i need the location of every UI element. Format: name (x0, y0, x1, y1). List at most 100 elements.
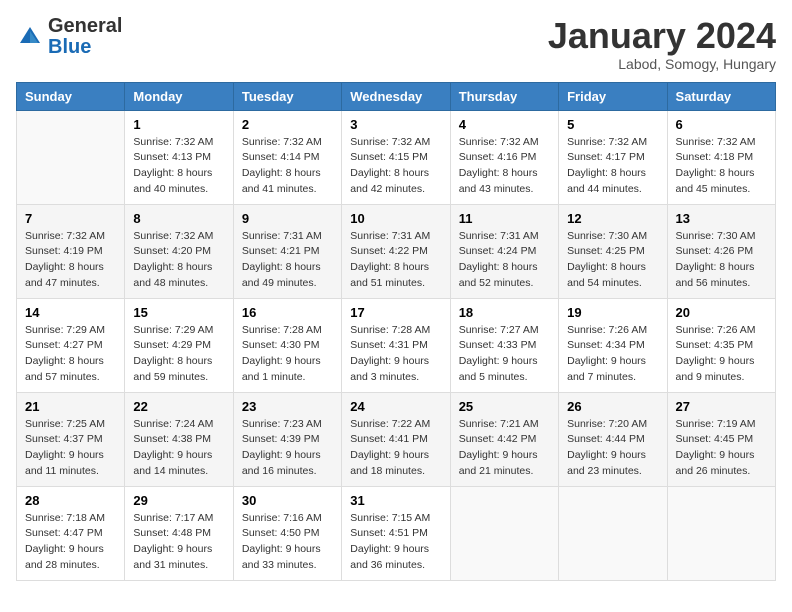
day-number: 5 (567, 117, 658, 132)
day-number: 8 (133, 211, 224, 226)
day-info: Sunrise: 7:30 AMSunset: 4:25 PMDaylight:… (567, 229, 658, 292)
calendar-cell: 20 Sunrise: 7:26 AMSunset: 4:35 PMDayligh… (667, 298, 775, 392)
calendar-cell: 14Sunrise: 7:29 AMSunset: 4:27 PMDayligh… (17, 298, 125, 392)
day-number: 30 (242, 493, 333, 508)
calendar-cell: 8 Sunrise: 7:32 AMSunset: 4:20 PMDaylight… (125, 204, 233, 298)
calendar-cell: 13Sunrise: 7:30 AMSunset: 4:26 PMDayligh… (667, 204, 775, 298)
calendar-cell: 18 Sunrise: 7:27 AMSunset: 4:33 PMDayligh… (450, 298, 558, 392)
calendar-cell: 7 Sunrise: 7:32 AMSunset: 4:19 PMDaylight… (17, 204, 125, 298)
day-number: 3 (350, 117, 441, 132)
day-info: Sunrise: 7:32 AMSunset: 4:14 PMDaylight:… (242, 135, 333, 198)
day-info: Sunrise: 7:26 AMSunset: 4:35 PMDaylight:… (676, 323, 767, 386)
calendar-header-wednesday: Wednesday (342, 82, 450, 110)
day-number: 4 (459, 117, 550, 132)
day-number: 14 (25, 305, 116, 320)
day-number: 1 (133, 117, 224, 132)
day-info: Sunrise: 7:18 AMSunset: 4:47 PMDaylight:… (25, 511, 116, 574)
day-number: 21 (25, 399, 116, 414)
calendar-header-tuesday: Tuesday (233, 82, 341, 110)
calendar-cell: 28 Sunrise: 7:18 AMSunset: 4:47 PMDayligh… (17, 486, 125, 580)
calendar-cell: 6 Sunrise: 7:32 AMSunset: 4:18 PMDaylight… (667, 110, 775, 204)
day-number: 6 (676, 117, 767, 132)
calendar-cell (450, 486, 558, 580)
day-number: 16 (242, 305, 333, 320)
day-info: Sunrise: 7:32 AMSunset: 4:18 PMDaylight:… (676, 135, 767, 198)
day-number: 10 (350, 211, 441, 226)
calendar-cell: 25 Sunrise: 7:21 AMSunset: 4:42 PMDayligh… (450, 392, 558, 486)
calendar-cell: 24 Sunrise: 7:22 AMSunset: 4:41 PMDayligh… (342, 392, 450, 486)
day-info: Sunrise: 7:25 AMSunset: 4:37 PMDaylight:… (25, 417, 116, 480)
day-number: 18 (459, 305, 550, 320)
day-info: Sunrise: 7:32 AMSunset: 4:19 PMDaylight:… (25, 229, 116, 292)
day-number: 15 (133, 305, 224, 320)
day-number: 13 (676, 211, 767, 226)
day-info: Sunrise: 7:31 AMSunset: 4:21 PMDaylight:… (242, 229, 333, 292)
calendar-cell: 21 Sunrise: 7:25 AMSunset: 4:37 PMDayligh… (17, 392, 125, 486)
day-number: 19 (567, 305, 658, 320)
calendar-cell: 9 Sunrise: 7:31 AMSunset: 4:21 PMDaylight… (233, 204, 341, 298)
calendar-cell: 11Sunrise: 7:31 AMSunset: 4:24 PMDayligh… (450, 204, 558, 298)
calendar-week-row: 21 Sunrise: 7:25 AMSunset: 4:37 PMDayligh… (17, 392, 776, 486)
day-info: Sunrise: 7:21 AMSunset: 4:42 PMDaylight:… (459, 417, 550, 480)
day-info: Sunrise: 7:32 AMSunset: 4:13 PMDaylight:… (133, 135, 224, 198)
calendar-cell: 4 Sunrise: 7:32 AMSunset: 4:16 PMDaylight… (450, 110, 558, 204)
day-info: Sunrise: 7:32 AMSunset: 4:17 PMDaylight:… (567, 135, 658, 198)
calendar-cell: 30Sunrise: 7:16 AMSunset: 4:50 PMDayligh… (233, 486, 341, 580)
day-info: Sunrise: 7:31 AMSunset: 4:24 PMDaylight:… (459, 229, 550, 292)
title-month: January 2024 (548, 16, 776, 56)
day-info: Sunrise: 7:19 AMSunset: 4:45 PMDaylight:… (676, 417, 767, 480)
calendar-cell: 15Sunrise: 7:29 AMSunset: 4:29 PMDayligh… (125, 298, 233, 392)
day-info: Sunrise: 7:32 AMSunset: 4:20 PMDaylight:… (133, 229, 224, 292)
calendar-header-monday: Monday (125, 82, 233, 110)
day-info: Sunrise: 7:15 AMSunset: 4:51 PMDaylight:… (350, 511, 441, 574)
day-number: 7 (25, 211, 116, 226)
day-number: 12 (567, 211, 658, 226)
day-info: Sunrise: 7:28 AMSunset: 4:31 PMDaylight:… (350, 323, 441, 386)
calendar-cell: 10 Sunrise: 7:31 AMSunset: 4:22 PMDayligh… (342, 204, 450, 298)
calendar-cell: 29 Sunrise: 7:17 AMSunset: 4:48 PMDayligh… (125, 486, 233, 580)
calendar-cell: 3Sunrise: 7:32 AMSunset: 4:15 PMDaylight… (342, 110, 450, 204)
calendar-cell: 2 Sunrise: 7:32 AMSunset: 4:14 PMDaylight… (233, 110, 341, 204)
calendar-week-row: 7 Sunrise: 7:32 AMSunset: 4:19 PMDaylight… (17, 204, 776, 298)
day-number: 22 (133, 399, 224, 414)
header: General Blue January 2024 Labod, Somogy,… (16, 16, 776, 72)
day-number: 17 (350, 305, 441, 320)
logo: General Blue (16, 16, 122, 58)
day-info: Sunrise: 7:27 AMSunset: 4:33 PMDaylight:… (459, 323, 550, 386)
day-number: 20 (676, 305, 767, 320)
calendar-cell (559, 486, 667, 580)
calendar-header-sunday: Sunday (17, 82, 125, 110)
day-number: 31 (350, 493, 441, 508)
calendar-cell: 19 Sunrise: 7:26 AMSunset: 4:34 PMDayligh… (559, 298, 667, 392)
day-number: 28 (25, 493, 116, 508)
day-number: 2 (242, 117, 333, 132)
day-info: Sunrise: 7:20 AMSunset: 4:44 PMDaylight:… (567, 417, 658, 480)
title-location: Labod, Somogy, Hungary (548, 56, 776, 72)
calendar-cell: 31 Sunrise: 7:15 AMSunset: 4:51 PMDayligh… (342, 486, 450, 580)
calendar-header-friday: Friday (559, 82, 667, 110)
day-info: Sunrise: 7:32 AMSunset: 4:16 PMDaylight:… (459, 135, 550, 198)
calendar-cell (667, 486, 775, 580)
title-area: January 2024 Labod, Somogy, Hungary (548, 16, 776, 72)
calendar-cell: 16 Sunrise: 7:28 AMSunset: 4:30 PMDayligh… (233, 298, 341, 392)
day-number: 26 (567, 399, 658, 414)
day-info: Sunrise: 7:31 AMSunset: 4:22 PMDaylight:… (350, 229, 441, 292)
day-number: 29 (133, 493, 224, 508)
day-info: Sunrise: 7:22 AMSunset: 4:41 PMDaylight:… (350, 417, 441, 480)
calendar-cell: 17 Sunrise: 7:28 AMSunset: 4:31 PMDayligh… (342, 298, 450, 392)
day-info: Sunrise: 7:28 AMSunset: 4:30 PMDaylight:… (242, 323, 333, 386)
day-info: Sunrise: 7:24 AMSunset: 4:38 PMDaylight:… (133, 417, 224, 480)
day-number: 9 (242, 211, 333, 226)
day-info: Sunrise: 7:17 AMSunset: 4:48 PMDaylight:… (133, 511, 224, 574)
calendar-cell: 5 Sunrise: 7:32 AMSunset: 4:17 PMDaylight… (559, 110, 667, 204)
calendar-week-row: 14Sunrise: 7:29 AMSunset: 4:27 PMDayligh… (17, 298, 776, 392)
day-info: Sunrise: 7:26 AMSunset: 4:34 PMDaylight:… (567, 323, 658, 386)
day-number: 24 (350, 399, 441, 414)
calendar-cell: 1 Sunrise: 7:32 AMSunset: 4:13 PMDaylight… (125, 110, 233, 204)
calendar-week-row: 28 Sunrise: 7:18 AMSunset: 4:47 PMDayligh… (17, 486, 776, 580)
day-number: 25 (459, 399, 550, 414)
day-number: 27 (676, 399, 767, 414)
calendar-table: SundayMondayTuesdayWednesdayThursdayFrid… (16, 82, 776, 581)
calendar-cell: 22 Sunrise: 7:24 AMSunset: 4:38 PMDayligh… (125, 392, 233, 486)
calendar-cell (17, 110, 125, 204)
